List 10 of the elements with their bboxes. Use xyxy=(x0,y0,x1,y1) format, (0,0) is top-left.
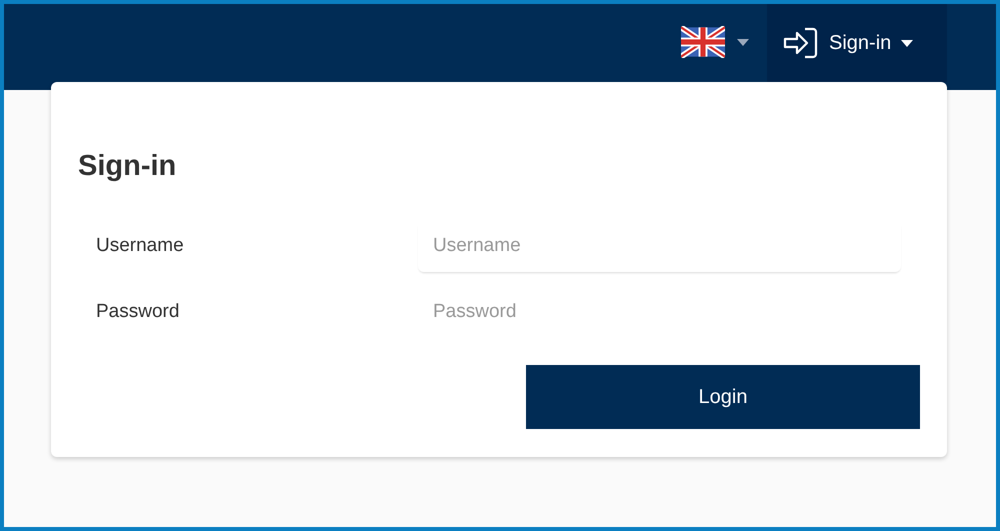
username-field[interactable]: Username xyxy=(418,220,901,272)
caret-icon xyxy=(901,40,914,46)
login-button[interactable]: Login xyxy=(526,365,920,429)
field-label: Username xyxy=(95,235,184,257)
sign-in-icon xyxy=(783,27,819,59)
sign-in-menu-button[interactable]: Sign-in xyxy=(767,4,947,82)
form-title: Sign-in xyxy=(78,150,176,183)
caret-icon xyxy=(737,38,749,46)
field-label: Password xyxy=(95,301,180,323)
flag-icon xyxy=(681,26,725,58)
